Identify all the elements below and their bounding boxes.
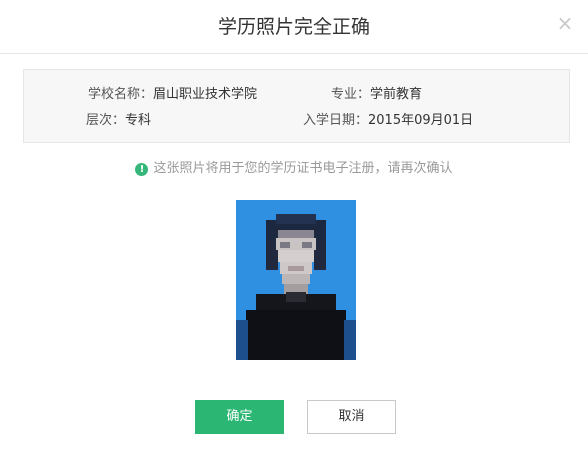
confirm-photo-dialog: 学历照片完全正确 × 学校名称：眉山职业技术学院 专业：学前教育 层次：专科 入… (0, 0, 588, 458)
school-name-value: 眉山职业技术学院 (152, 87, 257, 102)
cancel-button[interactable]: 取消 (307, 400, 396, 434)
enrollment-date-label: 入学日期： (303, 113, 369, 128)
level-value: 专科 (124, 113, 151, 128)
close-icon[interactable]: × (556, 13, 574, 33)
school-name-label: 学校名称： (87, 87, 153, 102)
enrollment-date-value: 2015年09月01日 (368, 113, 474, 128)
student-photo (236, 200, 356, 360)
confirm-button[interactable]: 确定 (195, 400, 284, 434)
level-label: 层次： (85, 113, 125, 128)
student-info-panel: 学校名称：眉山职业技术学院 专业：学前教育 层次：专科 入学日期：2015年09… (23, 69, 570, 143)
major-value: 学前教育 (370, 87, 423, 102)
level-field: 层次：专科 (86, 112, 151, 130)
pixelated-portrait (236, 200, 356, 360)
dialog-title: 学历照片完全正确 (217, 16, 370, 38)
dialog-header: 学历照片完全正确 × (0, 0, 588, 54)
notice-text: 这张照片将用于您的学历证书电子注册，请再次确认 (153, 161, 453, 176)
school-name-field: 学校名称：眉山职业技术学院 (88, 86, 257, 104)
exclamation-icon: ! (135, 163, 149, 176)
major-field: 专业：学前教育 (331, 86, 422, 104)
enrollment-date-field: 入学日期：2015年09月01日 (303, 112, 473, 130)
major-label: 专业： (331, 87, 371, 102)
notice-message: ! 这张照片将用于您的学历证书电子注册，请再次确认 (0, 160, 588, 178)
